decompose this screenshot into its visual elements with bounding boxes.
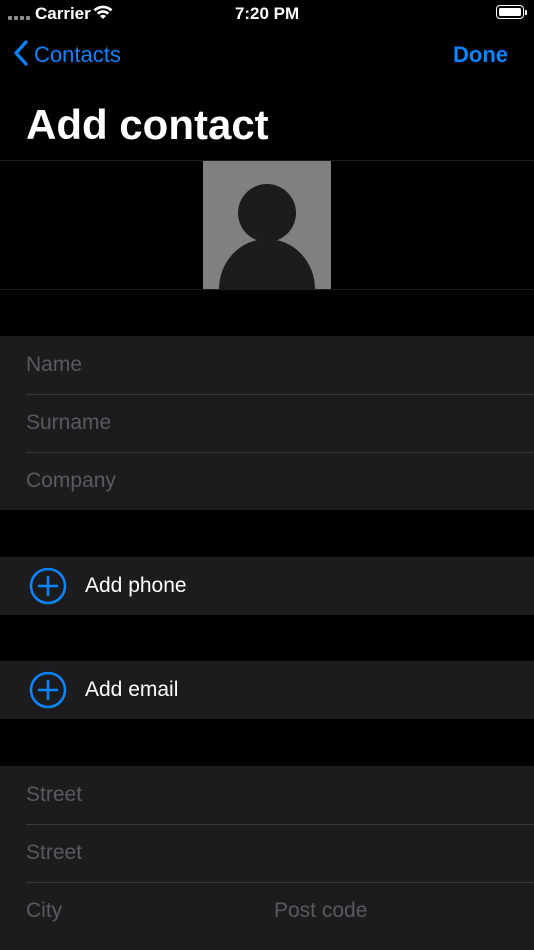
back-button[interactable]: Contacts: [14, 38, 121, 72]
contact-photo[interactable]: [203, 161, 331, 289]
plus-circle-icon: [29, 567, 67, 610]
street-field-2[interactable]: Street: [26, 824, 82, 882]
street-row-2: Street: [0, 824, 534, 882]
surname-row: Surname: [0, 394, 534, 452]
chevron-left-icon: [14, 39, 28, 71]
address-group: Street Street City Post code: [0, 766, 534, 950]
name-group: Name Surname Company: [0, 336, 534, 510]
add-phone-button[interactable]: Add phone: [0, 557, 534, 615]
status-time: 7:20 PM: [234, 4, 300, 23]
street-row-1: Street: [0, 766, 534, 824]
plus-circle-icon: [29, 671, 67, 714]
battery-tip: [525, 10, 527, 15]
company-field[interactable]: Company: [26, 452, 116, 510]
add-email-label: Add email: [85, 678, 179, 701]
surname-field[interactable]: Surname: [26, 394, 111, 452]
city-field[interactable]: City: [26, 882, 62, 940]
postcode-field[interactable]: Post code: [274, 882, 367, 940]
add-email-button[interactable]: Add email: [0, 661, 534, 719]
name-row: Name: [0, 336, 534, 394]
status-bar: Carrier 7:20 PM: [0, 0, 534, 28]
page-title: Add contact: [26, 101, 269, 148]
person-placeholder-icon: [219, 184, 315, 289]
name-field[interactable]: Name: [26, 336, 82, 394]
city-postcode-row: City Post code: [0, 882, 534, 940]
add-phone-label: Add phone: [85, 574, 187, 597]
battery-icon: [496, 5, 524, 19]
back-button-label: Contacts: [34, 42, 121, 67]
done-button[interactable]: Done: [453, 38, 508, 72]
street-field-1[interactable]: Street: [26, 766, 82, 824]
company-row: Company: [0, 452, 534, 510]
